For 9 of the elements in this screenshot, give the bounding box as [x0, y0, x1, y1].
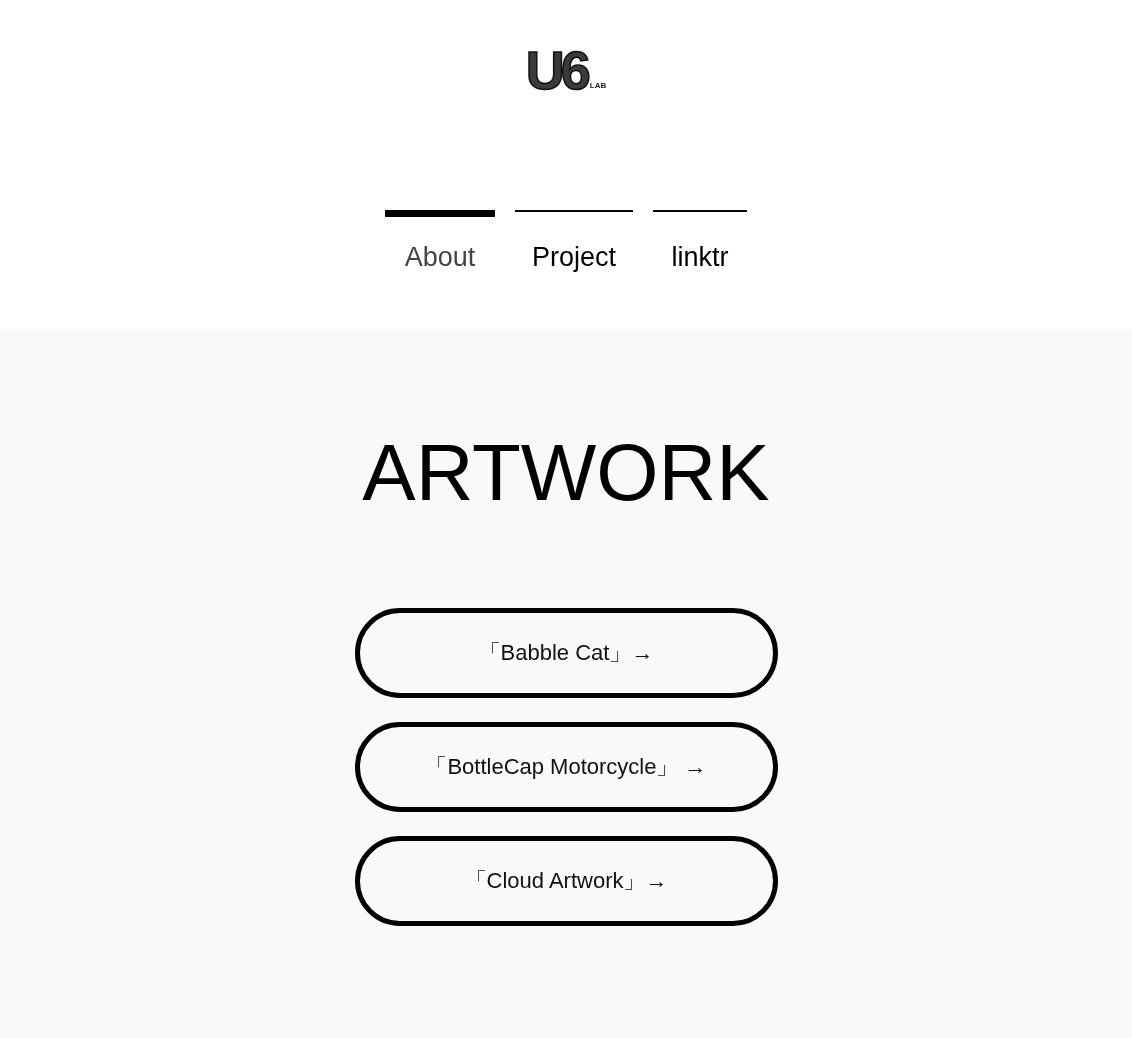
- nav-tab[interactable]: linktr: [653, 210, 747, 276]
- logo-subtext: LAB: [589, 82, 607, 90]
- section-title: ARTWORK: [362, 433, 770, 513]
- artwork-link-button[interactable]: 「BottleCap Motorcycle」 →: [354, 722, 778, 812]
- nav-tab[interactable]: About: [385, 210, 495, 276]
- artwork-link-button[interactable]: 「Cloud Artwork」→: [354, 836, 778, 926]
- nav-tab[interactable]: Project: [515, 210, 633, 276]
- logo-wordmark: U6: [525, 46, 587, 94]
- artwork-link-button[interactable]: 「Babble Cat」→: [354, 608, 778, 698]
